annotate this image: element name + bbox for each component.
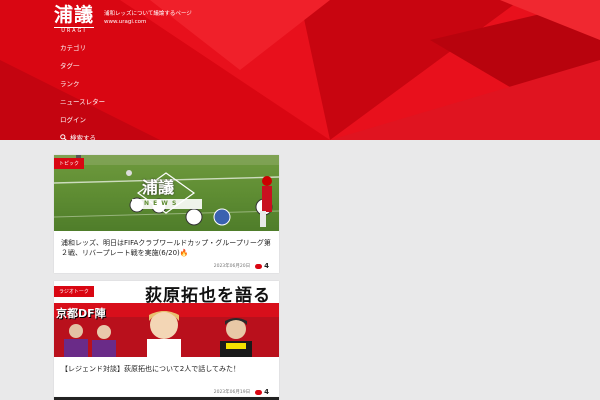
logo-subtext: URAGI [61,28,87,34]
nav-item-tags[interactable]: タグ一 [60,56,105,74]
logo-text: 浦議 [54,4,95,26]
post-date: 2023年06月19日 [213,390,251,395]
comment-count[interactable]: 4 [255,262,269,270]
nav-item-category[interactable]: カテゴリ [60,38,105,56]
nav-item-login[interactable]: ログイン [60,110,105,128]
post-thumbnail[interactable]: 浦議 N E W S トピック [54,155,279,231]
post-card[interactable]: 浦議 N E W S トピック 浦和レッズ、明日はFIFAクラブワールドカップ・… [54,155,279,273]
post-date: 2023年06月20日 [213,264,251,269]
banner-sub: 京都DF陣 [56,307,106,320]
nav-label: タグ一 [60,62,80,70]
post-title[interactable]: 浦和レッズ、明日はFIFAクラブワールドカップ・グループリーグ第２戦、リバープレ… [54,231,279,259]
nav-label: 検索する [70,134,96,140]
nav-label: カテゴリ [60,44,86,52]
thumb-logo: 浦議 [142,178,175,197]
banner-title: 荻原拓也を語る [145,286,271,306]
tagline-url: www.uragi.com [104,19,147,25]
nav-label: ニュースレター [60,98,106,106]
site-tagline: 浦和レッズについて議論するページ www.uragi.com [104,10,192,26]
post-thumbnail[interactable]: 荻原拓也を語る 京都DF陣 ラジオトーク [54,281,279,357]
post-card[interactable]: 荻原拓也を語る 京都DF陣 ラジオトーク 【レジェンド対談】荻原拓也について2人… [54,281,279,399]
nav-label: ログイン [60,116,86,124]
nav-item-search[interactable]: 検索する [60,128,105,140]
comment-number: 4 [264,262,269,270]
category-badge[interactable]: トピック [54,158,85,169]
post-meta: 2023年06月20日 4 [54,259,279,273]
nav-item-newsletter[interactable]: ニュースレター [60,92,105,110]
post-title[interactable]: 【レジェンド対談】荻原拓也について2人で話してみた！ [54,357,279,385]
comment-count[interactable]: 4 [255,388,269,396]
site-logo[interactable]: 浦議 URAGI [54,4,94,35]
nav-item-ranking[interactable]: ランク [60,74,105,92]
category-badge[interactable]: ラジオトーク [54,286,94,297]
nav-label: ランク [60,80,80,88]
thumb-news: N E W S [144,200,178,207]
comment-icon [255,263,263,269]
comment-number: 4 [264,388,269,396]
tagline-text: 浦和レッズについて議論するページ [104,11,192,17]
search-icon [60,133,67,140]
site-header: 浦議 URAGI 浦和レッズについて議論するページ www.uragi.com … [0,0,600,140]
main-nav: カテゴリ タグ一 ランク ニュースレター ログイン 検索する [60,38,105,140]
comment-icon [255,389,263,395]
